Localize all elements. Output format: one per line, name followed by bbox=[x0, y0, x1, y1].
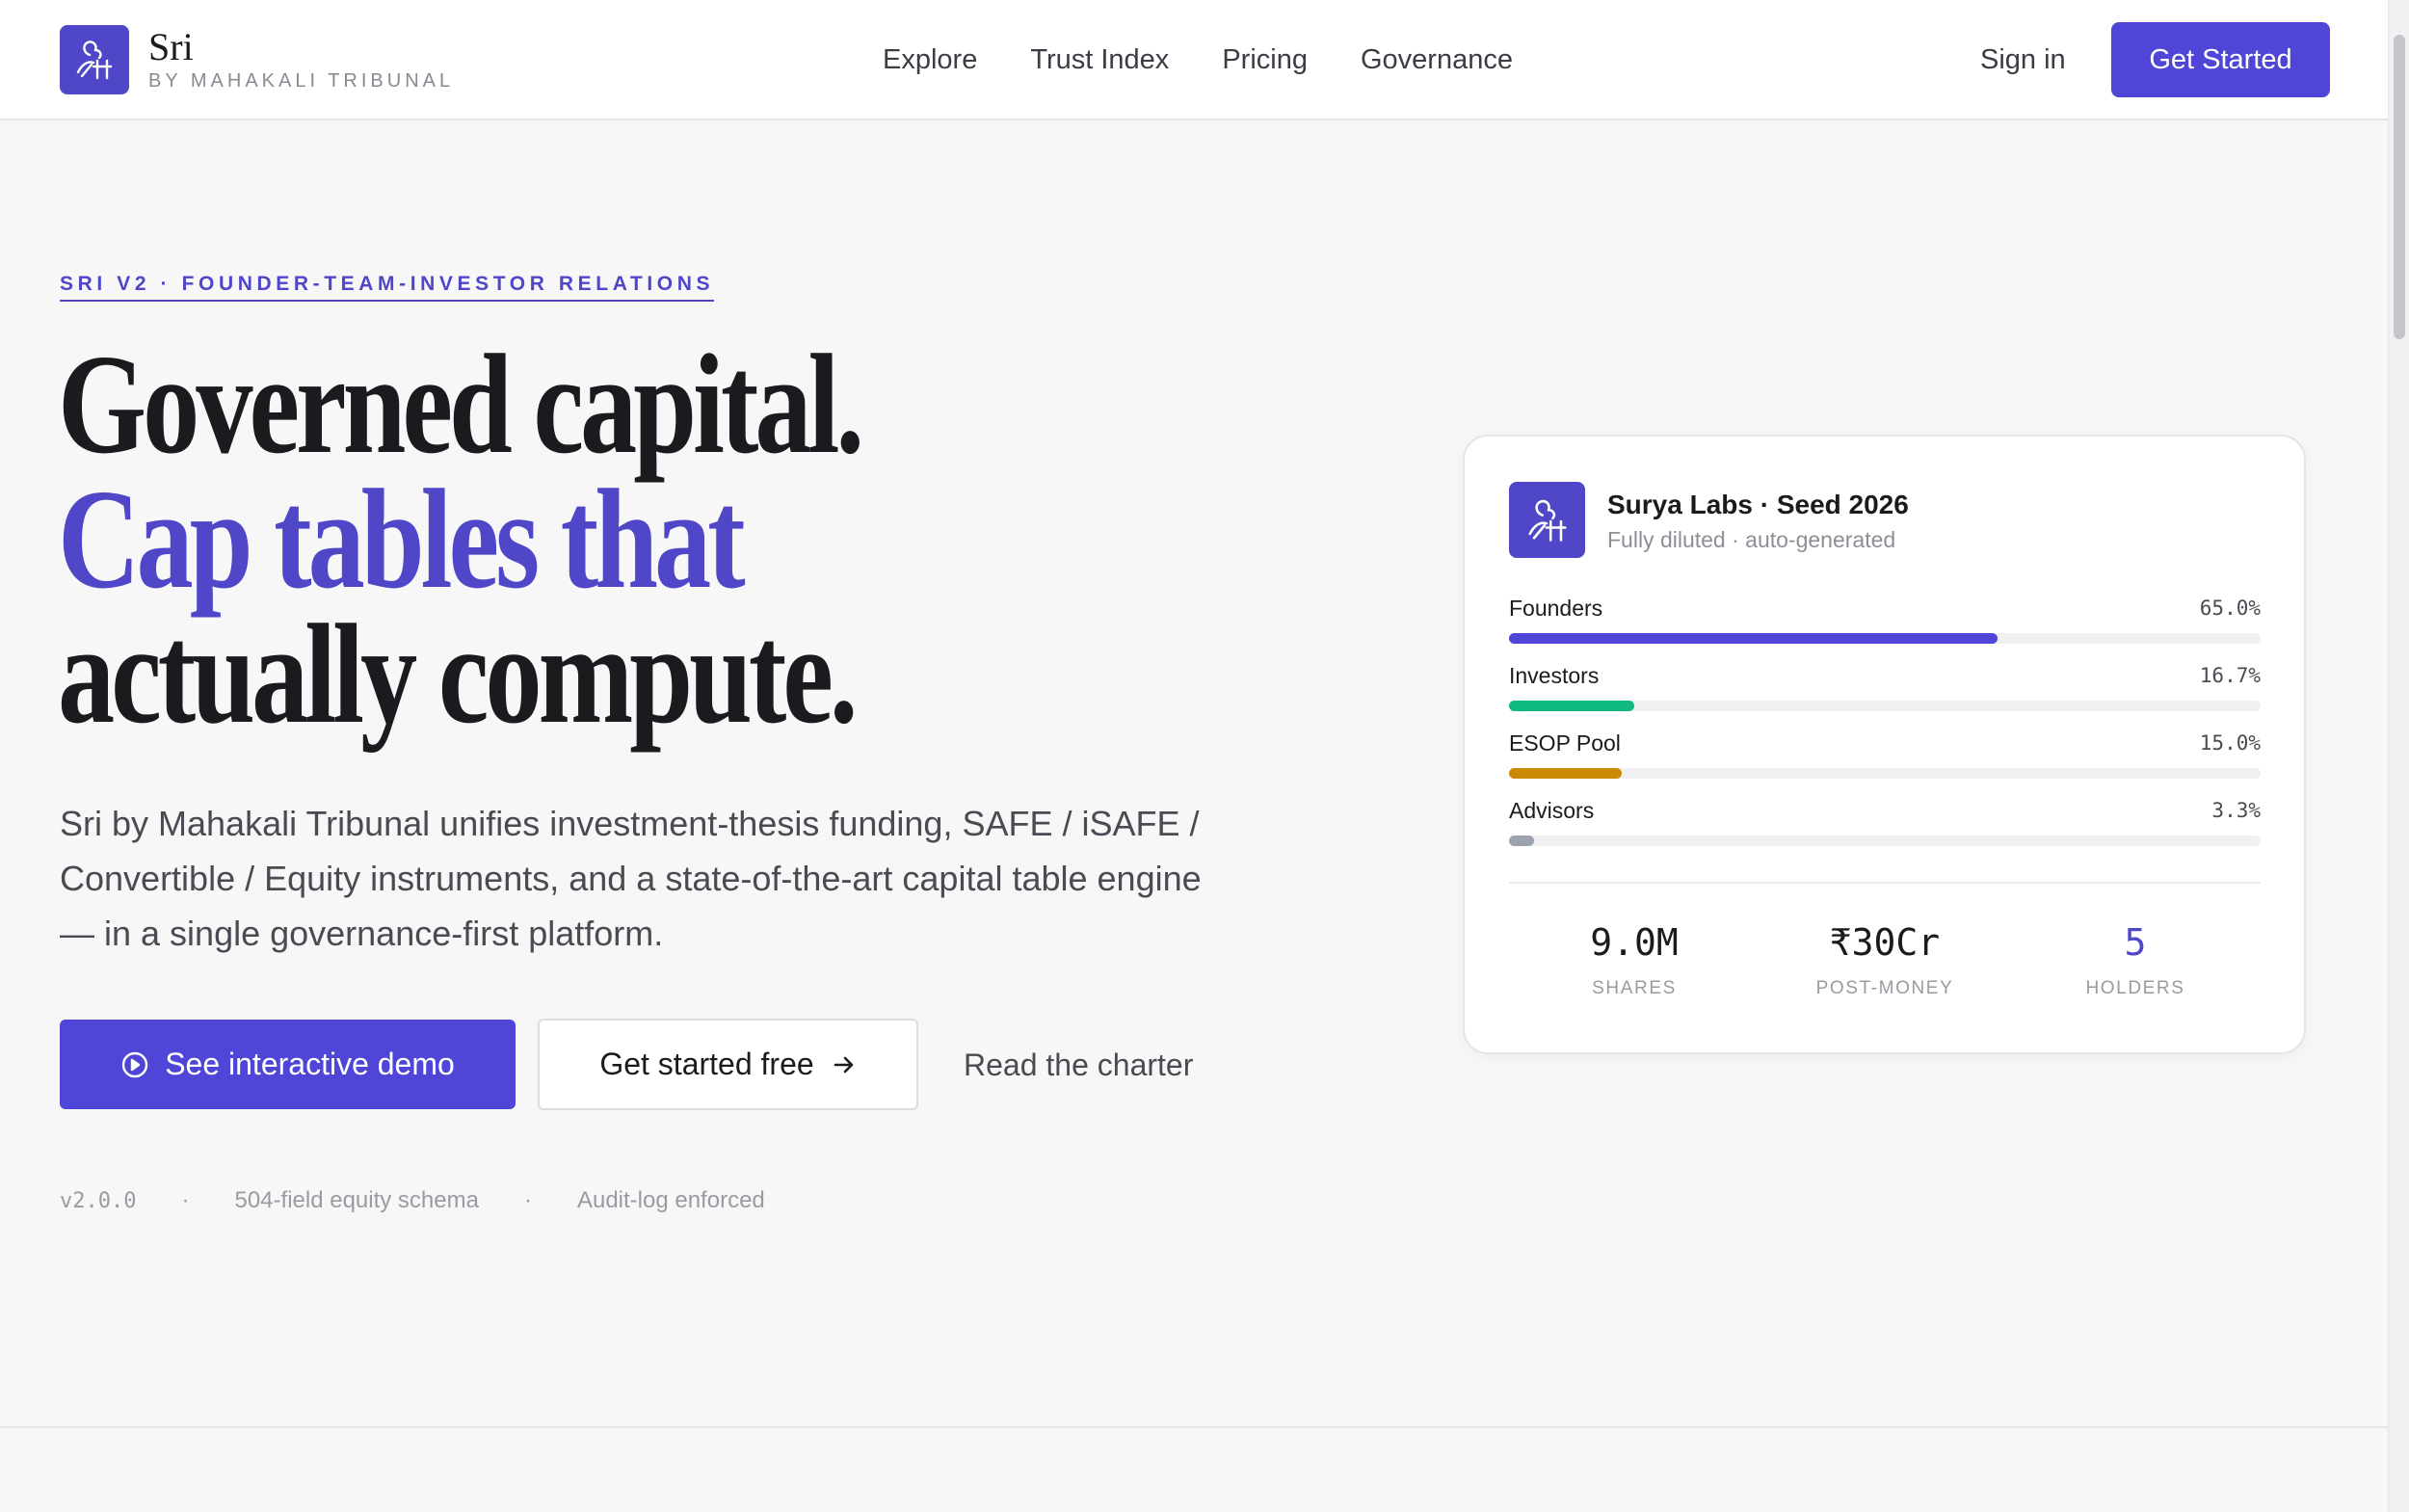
nav-governance[interactable]: Governance bbox=[1361, 40, 1513, 79]
stat-label: HOLDERS bbox=[2085, 978, 2185, 998]
headline-line-2: Cap tables that bbox=[58, 461, 746, 619]
card-subtitle: Fully diluted · auto-generated bbox=[1607, 527, 1896, 552]
row-label: ESOP Pool bbox=[1509, 730, 1621, 756]
nav-trust-index[interactable]: Trust Index bbox=[1030, 40, 1169, 79]
ownership-bar-track bbox=[1509, 836, 2261, 846]
row-value: 15.0% bbox=[2199, 731, 2261, 755]
section-divider bbox=[0, 1426, 2388, 1428]
hero-meta: v2.0.0 · 504-field equity schema · Audit… bbox=[60, 1187, 765, 1214]
ownership-bar-fill bbox=[1509, 701, 1635, 711]
card-title: Surya Labs · Seed 2026 bbox=[1607, 490, 1909, 519]
schema-note: 504-field equity schema bbox=[234, 1187, 479, 1213]
see-demo-button[interactable]: See interactive demo bbox=[60, 1020, 516, 1109]
stat-value: 9.0M bbox=[1590, 921, 1679, 964]
sri-monogram-icon bbox=[1509, 482, 1585, 558]
row-label: Founders bbox=[1509, 596, 1603, 621]
meta-separator: · bbox=[523, 1187, 532, 1213]
row-value: 3.3% bbox=[2211, 799, 2261, 822]
ownership-row: ESOP Pool 15.0% bbox=[1509, 729, 2261, 796]
version-tag: v2.0.0 bbox=[60, 1188, 137, 1213]
row-label: Advisors bbox=[1509, 798, 1595, 823]
get-started-button[interactable]: Get Started bbox=[2111, 22, 2330, 97]
brand-name: Sri bbox=[148, 24, 194, 68]
row-label: Investors bbox=[1509, 663, 1600, 688]
ownership-row: Investors 16.7% bbox=[1509, 661, 2261, 729]
see-demo-label: See interactive demo bbox=[165, 1047, 455, 1081]
play-circle-icon bbox=[120, 1050, 149, 1079]
get-started-free-label: Get started free bbox=[599, 1047, 814, 1081]
meta-separator: · bbox=[181, 1187, 190, 1213]
stat-value: 5 bbox=[2124, 921, 2147, 964]
page-scrollbar[interactable] bbox=[2388, 0, 2409, 1512]
row-value: 16.7% bbox=[2199, 664, 2261, 687]
get-started-free-button[interactable]: Get started free bbox=[538, 1019, 918, 1110]
audit-note: Audit-log enforced bbox=[576, 1187, 765, 1213]
arrow-right-icon bbox=[832, 1052, 857, 1077]
ownership-bar-track bbox=[1509, 633, 2261, 644]
hero-description: Sri by Mahakali Tribunal unifies investm… bbox=[60, 804, 1202, 953]
ownership-bar-track bbox=[1509, 768, 2261, 779]
cap-table-card: Surya Labs · Seed 2026 Fully diluted · a… bbox=[1463, 435, 2306, 1054]
stat-holders: 5 HOLDERS bbox=[2010, 918, 2261, 999]
ownership-row: Founders 65.0% bbox=[1509, 594, 2261, 661]
ownership-bar-fill bbox=[1509, 633, 1998, 644]
sign-in-link[interactable]: Sign in bbox=[1980, 40, 2066, 79]
card-divider bbox=[1509, 882, 2261, 884]
stat-label: POST-MONEY bbox=[1815, 978, 1954, 998]
stat-post-money: ₹30Cr POST-MONEY bbox=[1760, 918, 2010, 999]
nav-explore[interactable]: Explore bbox=[883, 40, 977, 79]
ownership-bar-fill bbox=[1509, 836, 1534, 846]
hero-eyebrow: SRI V2 · FOUNDER-TEAM-INVESTOR RELATIONS bbox=[60, 273, 715, 302]
scrollbar-thumb[interactable] bbox=[2394, 35, 2405, 339]
card-stats: 9.0M SHARES ₹30Cr POST-MONEY 5 HOLDERS bbox=[1509, 918, 2261, 999]
stat-value: ₹30Cr bbox=[1829, 921, 1941, 964]
ownership-bar-fill bbox=[1509, 768, 1622, 779]
brand-logo[interactable]: Sri BY MAHAKALI TRIBUNAL bbox=[60, 25, 454, 94]
brand-tagline: BY MAHAKALI TRIBUNAL bbox=[148, 69, 455, 92]
stat-label: SHARES bbox=[1592, 978, 1677, 998]
main-nav: Explore Trust Index Pricing Governance bbox=[883, 40, 1566, 79]
hero-headline: Governed capital. Cap tables that actual… bbox=[58, 326, 864, 754]
site-header: Sri BY MAHAKALI TRIBUNAL Explore Trust I… bbox=[0, 0, 2388, 120]
sri-monogram-icon bbox=[60, 25, 129, 94]
read-charter-link[interactable]: Read the charter bbox=[964, 1046, 1193, 1084]
ownership-row: Advisors 3.3% bbox=[1509, 796, 2261, 863]
row-value: 65.0% bbox=[2199, 597, 2261, 620]
nav-pricing[interactable]: Pricing bbox=[1222, 40, 1308, 79]
ownership-bar-track bbox=[1509, 701, 2261, 711]
headline-line-1: Governed capital. bbox=[58, 326, 864, 484]
stat-shares: 9.0M SHARES bbox=[1509, 918, 1760, 999]
headline-line-3: actually compute. bbox=[58, 596, 858, 754]
ownership-rows: Founders 65.0% Investors 16.7% ESOP Pool… bbox=[1509, 594, 2261, 863]
